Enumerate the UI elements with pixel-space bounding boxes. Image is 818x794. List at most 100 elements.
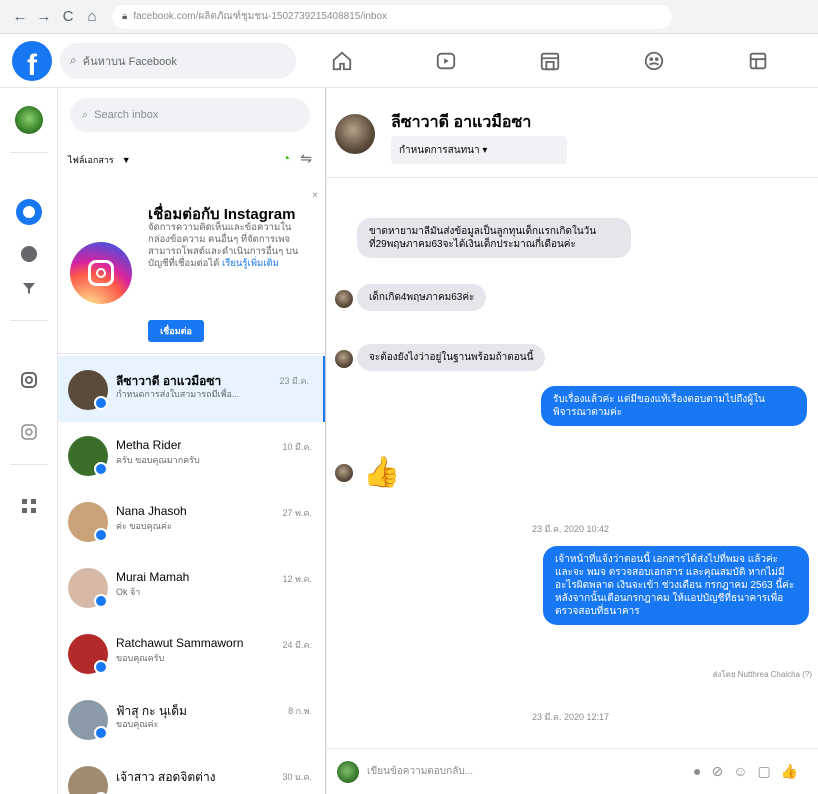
video-icon[interactable] <box>394 34 498 88</box>
connect-button[interactable]: เชื่อมต่อ <box>148 320 204 342</box>
filter-icon[interactable] <box>15 274 43 302</box>
conversation-row[interactable]: Metha Rider ครับ ขอบคุณมากครับ 10 มี.ค. <box>58 422 325 488</box>
conversation-time: 12 พ.ค. <box>282 574 312 584</box>
conversation-time: 23 มี.ค. <box>279 376 309 386</box>
conversation-preview: กำหนดการส่งใบสามารถมีเพื่อ... <box>116 389 240 399</box>
incoming-message: จะต้องยังไงว่าอยู่ในฐานพร้อมถ้าตอนนี้ <box>357 344 546 371</box>
back-button[interactable]: ← <box>8 5 32 29</box>
conversation-row[interactable]: เจ้าสาว สอดจิตต่าง 30 ม.ค. <box>58 752 325 794</box>
inbox-filter-dropdown[interactable]: ไฟล์เอกสาร <box>68 153 114 167</box>
conversation-row[interactable]: Nana Jhasoh ค่ะ ขอบคุณค่ะ 27 พ.ค. <box>58 488 325 554</box>
conversation-name: เจ้าสาว สอดจิตต่าง <box>116 770 216 784</box>
messenger-badge-icon <box>94 726 108 740</box>
messenger-alt-icon[interactable] <box>15 240 43 268</box>
rail-divider <box>10 152 48 153</box>
home-button[interactable]: ⌂ <box>80 5 104 29</box>
conversation-preview: ขอบคุณครับ <box>116 653 165 663</box>
facebook-header: f ⌕ ค้นหาบน Facebook <box>0 34 818 88</box>
groups-icon[interactable] <box>602 34 706 88</box>
reload-button[interactable]: C <box>56 5 80 29</box>
apps-icon[interactable] <box>15 492 43 520</box>
inbox-search-placeholder: Search inbox <box>94 109 159 121</box>
like-icon[interactable]: 👍 <box>781 763 798 780</box>
composer-icons: ● ⊘ ☺ ▢ 👍 <box>693 763 798 780</box>
home-icon[interactable] <box>290 34 394 88</box>
inbox-filter-row: ไฟล์เอกสาร ▼ ◔ ⇋ <box>68 146 318 174</box>
rail-divider <box>10 320 48 321</box>
facebook-search-placeholder: ค้นหาบน Facebook <box>82 55 177 68</box>
conversation-time: 27 พ.ค. <box>282 508 312 518</box>
conversation-name: Ratchawut Sammaworn <box>116 636 244 650</box>
sent-by-label: ส่งโดย Nutthrea Chaicha (?) <box>712 670 812 679</box>
instagram-promo-card: × เชื่อมต่อกับ Instagram จัดการความคิดเห… <box>58 188 325 354</box>
settings-sliders-icon[interactable]: ⇋ <box>300 150 312 167</box>
avatar[interactable] <box>335 114 375 154</box>
conversation-time: 30 ม.ค. <box>282 772 312 782</box>
messenger-badge-icon <box>94 462 108 476</box>
conversation-name: Nana Jhasoh <box>116 504 187 518</box>
facebook-logo-icon[interactable]: f <box>12 40 52 81</box>
top-navigation <box>290 34 810 88</box>
message-thread: ขาดหายามาลีมันส่งข้อมูลเป็นลูกทุนเด็กแรก… <box>327 178 818 738</box>
conversation-name: Metha Rider <box>116 438 182 452</box>
rail-divider <box>10 464 48 465</box>
outgoing-message: รับเรื่องแล้วค่ะ แต่มีของแท้เรื่องตอบตาม… <box>541 386 807 426</box>
messenger-badge-icon <box>94 396 108 410</box>
thumbs-up-icon: 👍 <box>363 456 401 489</box>
conversation-time: 10 มี.ค. <box>282 442 312 452</box>
url-text: facebook.com/ผลิตภัณฑ์ชุมชน-150273921540… <box>133 11 388 22</box>
promo-body: จัดการความคิดเห็นและข้อความในกล่องข้อควา… <box>148 222 308 270</box>
compose-icon[interactable]: ◔ <box>282 150 290 167</box>
outgoing-message: เจ้าหน้าที่แจ้งว่าตอนนี้ เอกสารได้ส่งไปท… <box>543 546 809 625</box>
attach-icon[interactable]: ● <box>693 763 701 780</box>
conversation-time: 8 ก.พ. <box>288 706 312 716</box>
inbox-search-input[interactable]: ⌕ Search inbox <box>70 98 310 132</box>
chat-panel: ลีซาวาดี อาแวมือซา กำหนดการสนทนา ▾ ขาดหา… <box>327 88 818 794</box>
messenger-badge-icon <box>94 594 108 608</box>
chat-header: ลีซาวาดี อาแวมือซา กำหนดการสนทนา ▾ <box>327 88 818 178</box>
avatar <box>337 760 359 783</box>
forward-button[interactable]: → <box>32 5 56 29</box>
image-icon[interactable]: ▢ <box>758 763 771 780</box>
messenger-icon[interactable] <box>15 198 43 226</box>
chevron-down-icon[interactable]: ▼ <box>122 155 131 165</box>
marketplace-icon[interactable] <box>498 34 602 88</box>
inbox-panel: ⌕ Search inbox ไฟล์เอกสาร ▼ ◔ ⇋ × เชื่อม… <box>58 88 326 794</box>
messenger-badge-icon <box>94 660 108 674</box>
message-timestamp: 23 มี.ค. 2020 10:42 <box>532 524 610 534</box>
conversation-row[interactable]: ฟ้าสุ กะ นุเด็ม ขอบคุณค่ะ 8 ก.พ. <box>58 686 325 752</box>
incoming-message: ขาดหายามาลีมันส่งข้อมูลเป็นลูกทุนเด็กแรก… <box>357 218 631 258</box>
search-icon: ⌕ <box>70 53 77 67</box>
avatar <box>335 350 353 368</box>
instagram-logo-icon <box>70 242 132 304</box>
address-bar[interactable]: 🔒︎ facebook.com/ผลิตภัณฑ์ชุมชน-150273921… <box>112 4 672 29</box>
conversation-name: Murai Mamah <box>116 570 190 584</box>
close-icon[interactable]: × <box>312 190 318 201</box>
avatar <box>335 290 353 308</box>
avatar <box>335 464 353 482</box>
reply-input[interactable]: เขียนข้อความตอบกลับ... <box>367 764 687 779</box>
gaming-icon[interactable] <box>706 34 810 88</box>
search-icon: ⌕ <box>82 108 89 121</box>
message-composer: เขียนข้อความตอบกลับ... ● ⊘ ☺ ▢ 👍 <box>327 748 818 794</box>
facebook-search-input[interactable]: ⌕ ค้นหาบน Facebook <box>60 42 296 79</box>
message-timestamp: 23 มี.ค. 2020 12:17 <box>532 712 610 722</box>
left-rail <box>0 88 58 794</box>
page-avatar[interactable] <box>15 106 43 134</box>
incoming-message: เด็กเกิด4พฤษภาคม63ค่ะ <box>357 284 487 311</box>
conversation-settings-dropdown[interactable]: กำหนดการสนทนา ▾ <box>391 136 567 164</box>
emoji-icon[interactable]: ☺ <box>733 763 747 780</box>
instagram-icon[interactable] <box>15 366 43 394</box>
filter-icons: ◔ ⇋ <box>282 150 312 167</box>
conversation-row[interactable]: Ratchawut Sammaworn ขอบคุณครับ 24 มี.ค. <box>58 620 325 686</box>
chat-contact-name[interactable]: ลีซาวาดี อาแวมือซา <box>391 110 531 135</box>
learn-more-link[interactable]: เรียนรู้เพิ่มเติม <box>222 258 279 269</box>
conversation-list: ลีซาวาดี อาแวมือซา กำหนดการส่งใบสามารถมีเ… <box>58 356 325 794</box>
instagram-alt-icon[interactable] <box>15 418 43 446</box>
conversation-row[interactable]: Murai Mamah Ok จ้า 12 พ.ค. <box>58 554 325 620</box>
link-icon[interactable]: ⊘ <box>711 763 723 780</box>
messenger-badge-icon <box>94 528 108 542</box>
conversation-row[interactable]: ลีซาวาดี อาแวมือซา กำหนดการส่งใบสามารถมีเ… <box>58 356 325 422</box>
lock-icon: 🔒︎ <box>122 11 128 22</box>
avatar <box>68 766 108 794</box>
